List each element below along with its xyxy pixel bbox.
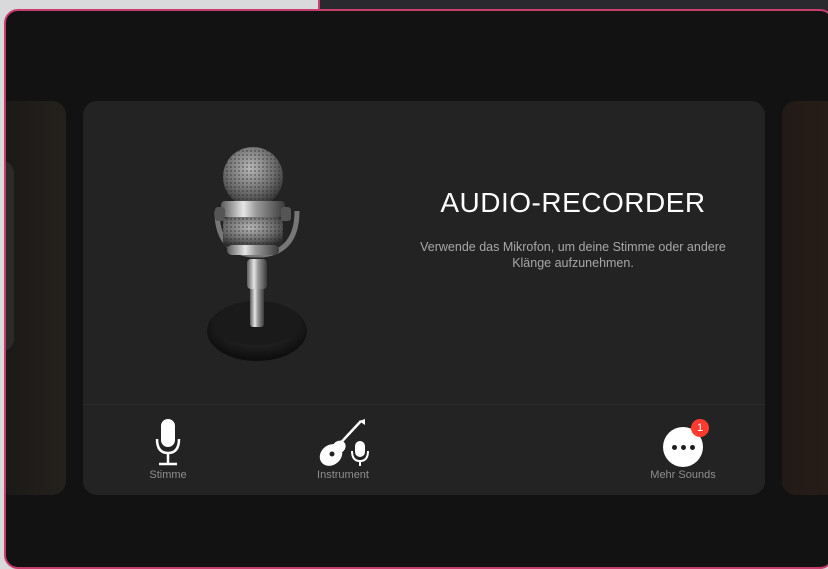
guitar-microphone-icon xyxy=(319,419,369,466)
more-sounds-button[interactable]: 1 Mehr Sounds xyxy=(633,419,733,481)
vintage-microphone-icon xyxy=(207,147,307,361)
instrument-label: Instrument xyxy=(317,469,369,481)
microphone-icon xyxy=(155,419,181,466)
audio-recorder-card[interactable]: AUDIO-RECORDER Verwende das Mikrofon, um… xyxy=(83,101,765,495)
instrument-button[interactable]: Instrument xyxy=(293,419,393,481)
previous-instrument-card[interactable] xyxy=(6,101,66,495)
app-window: AUDIO-RECORDER Verwende das Mikrofon, um… xyxy=(4,9,828,569)
notification-badge: 1 xyxy=(691,419,709,437)
voice-button[interactable]: Stimme xyxy=(133,419,203,481)
card-description: Verwende das Mikrofon, um deine Stimme o… xyxy=(420,240,726,270)
voice-label: Stimme xyxy=(149,469,187,481)
previous-card-artwork xyxy=(6,161,14,351)
card-title: AUDIO-RECORDER xyxy=(440,187,706,218)
next-instrument-card[interactable] xyxy=(782,101,828,495)
more-icon: 1 xyxy=(663,419,709,467)
more-sounds-label: Mehr Sounds xyxy=(650,469,716,481)
divider xyxy=(83,404,765,405)
